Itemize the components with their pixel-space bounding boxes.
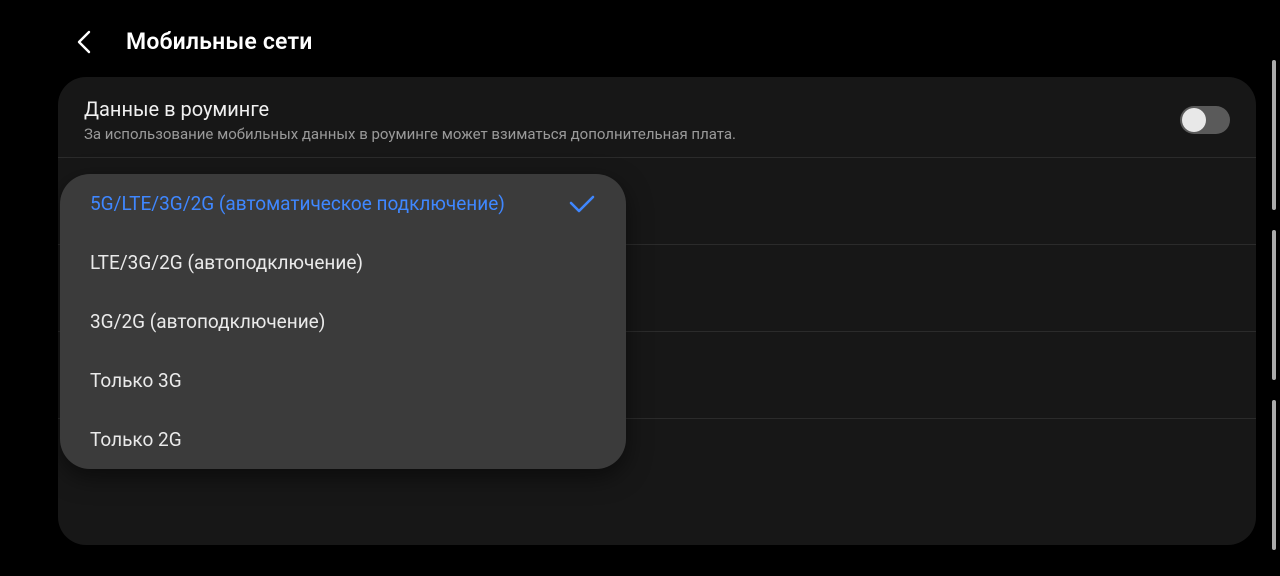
- roaming-subtitle: За использование мобильных данных в роум…: [84, 125, 1180, 143]
- option-label: Только 2G: [90, 428, 182, 451]
- network-mode-option-5g[interactable]: 5G/LTE/3G/2G (автоматическое подключение…: [60, 174, 626, 233]
- network-mode-option-lte[interactable]: LTE/3G/2G (автоподключение): [60, 233, 626, 292]
- side-indicator: [1272, 60, 1276, 210]
- roaming-data-row[interactable]: Данные в роуминге За использование мобил…: [58, 85, 1256, 158]
- roaming-title: Данные в роуминге: [84, 97, 1180, 121]
- option-label: LTE/3G/2G (автоподключение): [90, 251, 363, 274]
- option-label: 5G/LTE/3G/2G (автоматическое подключение…: [90, 192, 505, 215]
- network-mode-option-3g-only[interactable]: Только 3G: [60, 351, 626, 410]
- option-label: 3G/2G (автоподключение): [90, 310, 325, 333]
- back-icon[interactable]: [72, 29, 98, 55]
- header-bar: Мобильные сети: [0, 0, 1280, 77]
- toggle-knob: [1182, 108, 1206, 132]
- side-indicators: [1272, 60, 1276, 550]
- side-indicator: [1272, 400, 1276, 550]
- side-indicator: [1272, 230, 1276, 380]
- page-title: Мобильные сети: [126, 28, 313, 55]
- network-mode-option-3g2g[interactable]: 3G/2G (автоподключение): [60, 292, 626, 351]
- check-icon: [568, 193, 596, 215]
- option-label: Только 3G: [90, 369, 182, 392]
- network-mode-popup: 5G/LTE/3G/2G (автоматическое подключение…: [60, 174, 626, 469]
- network-mode-option-2g-only[interactable]: Только 2G: [60, 410, 626, 469]
- roaming-toggle[interactable]: [1180, 106, 1230, 134]
- roaming-data-text: Данные в роуминге За использование мобил…: [84, 97, 1180, 143]
